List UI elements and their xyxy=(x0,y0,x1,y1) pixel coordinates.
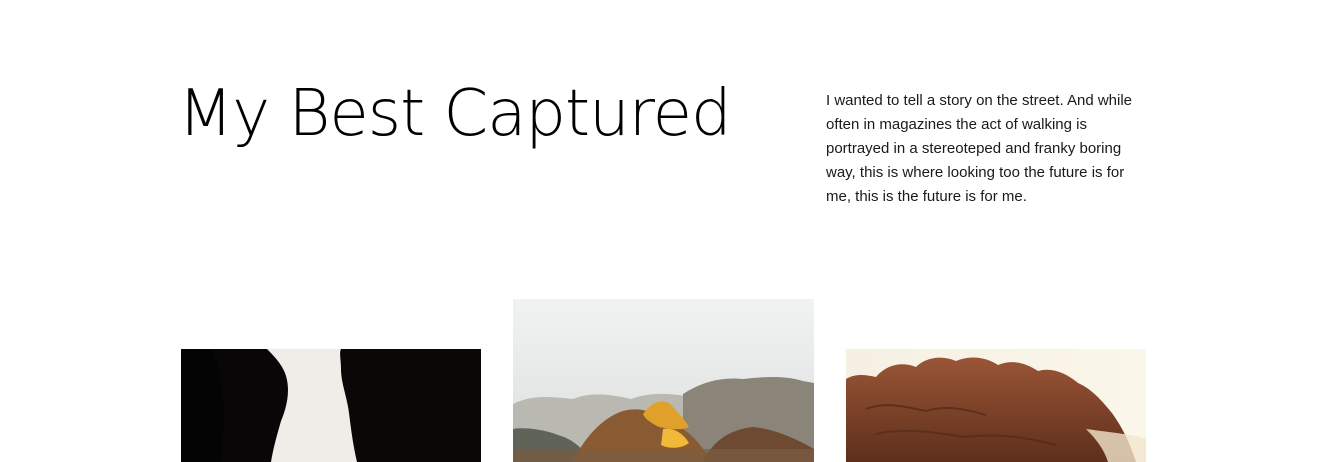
gallery-photo-sandstone[interactable] xyxy=(846,349,1146,462)
gallery-photo-desert-sunset[interactable] xyxy=(513,299,814,462)
canyon-image xyxy=(181,349,481,462)
page-title: My Best Captured xyxy=(178,77,732,151)
gallery-photo-canyon[interactable] xyxy=(181,349,481,462)
intro-paragraph: I wanted to tell a story on the street. … xyxy=(826,92,1133,205)
desert-sunset-image xyxy=(513,299,814,462)
sandstone-image xyxy=(846,349,1146,462)
